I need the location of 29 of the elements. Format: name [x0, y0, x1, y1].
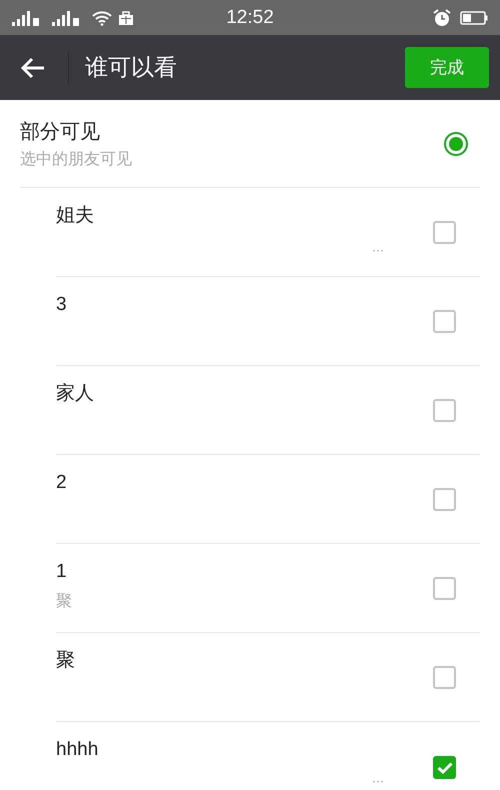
friend-group-name: hhhh	[56, 738, 98, 762]
checkbox[interactable]	[433, 488, 456, 510]
briefcase-icon	[118, 10, 134, 26]
friend-group-name: 家人	[56, 382, 94, 406]
more-dots: ···	[372, 244, 384, 256]
check-icon	[436, 762, 452, 774]
status-time: 12:52	[226, 6, 274, 30]
friend-group-name: 聚	[56, 649, 75, 673]
friend-group-name: 2	[56, 471, 67, 495]
radio-button[interactable]	[444, 132, 468, 156]
wifi-icon	[92, 10, 112, 26]
more-dots: ···	[372, 775, 384, 787]
checkbox[interactable]	[433, 666, 456, 688]
back-icon[interactable]	[20, 56, 46, 78]
checkbox[interactable]	[433, 576, 456, 600]
friend-group-name: 3	[56, 293, 67, 317]
checkbox[interactable]	[433, 756, 456, 779]
option-title: 部分可见	[20, 120, 101, 144]
checkbox[interactable]	[433, 398, 456, 422]
done-button[interactable]: 完成	[405, 47, 489, 88]
checkbox[interactable]	[433, 220, 456, 244]
option-subtitle: 选中的朋友可见	[20, 150, 133, 170]
group-members: 聚	[56, 592, 72, 612]
friend-group-name: 姐夫	[56, 204, 94, 228]
page-title: 谁可以看	[85, 53, 178, 82]
checkbox[interactable]	[433, 310, 456, 332]
friend-group-name: 1	[56, 560, 67, 584]
alarm-clock-icon	[432, 8, 452, 26]
battery-icon	[460, 10, 488, 24]
